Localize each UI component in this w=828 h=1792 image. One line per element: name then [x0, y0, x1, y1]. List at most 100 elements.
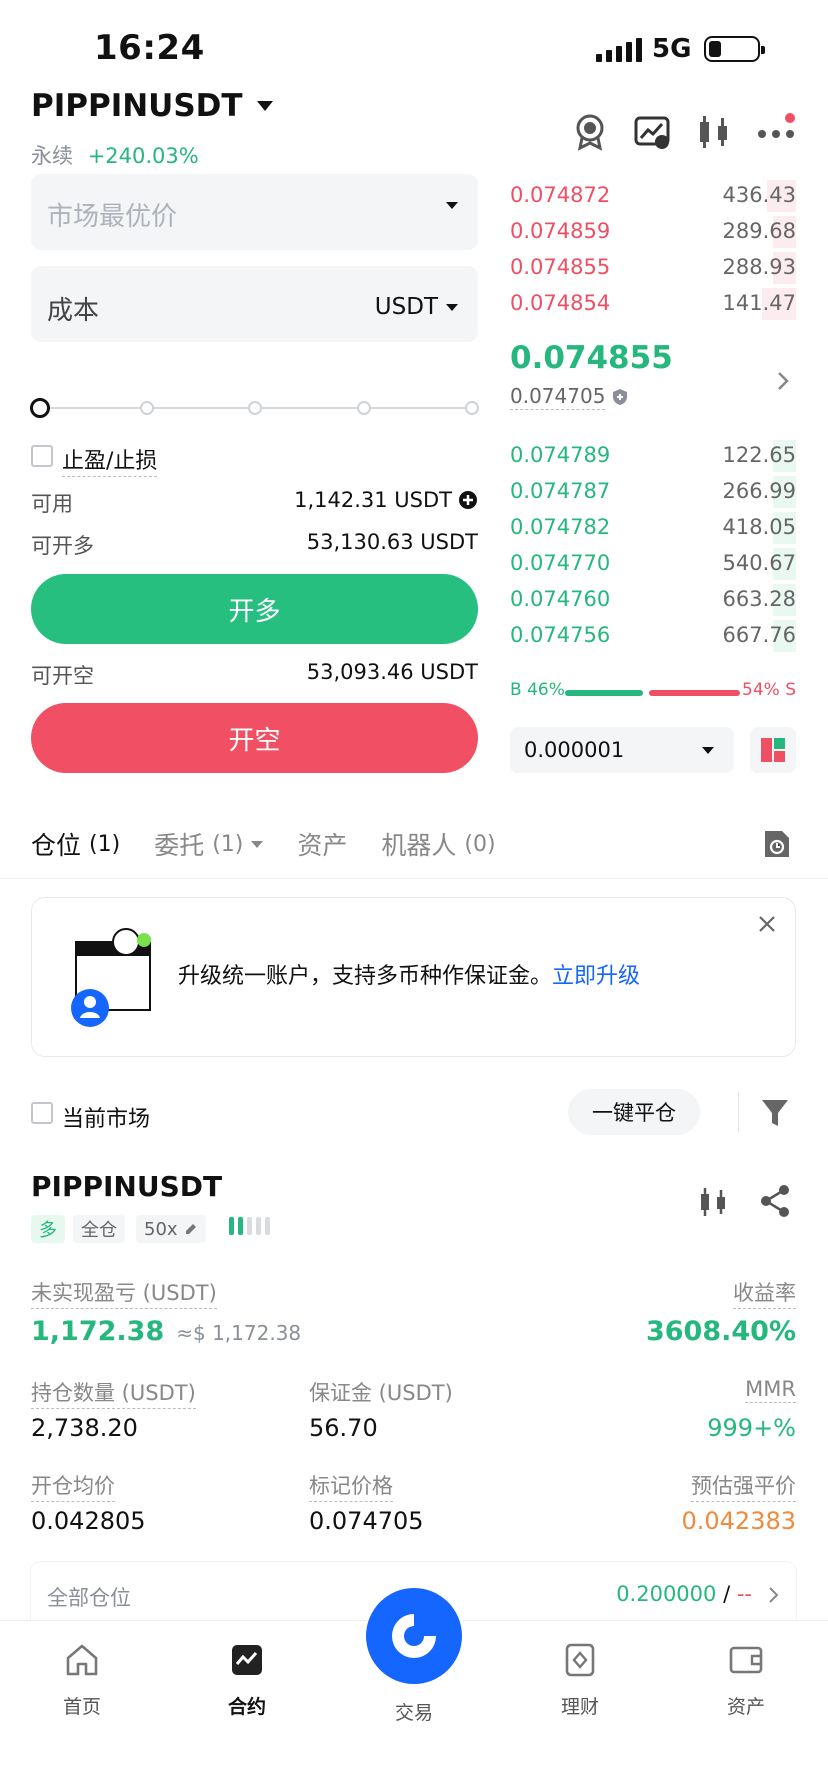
chevron-right-icon[interactable]	[776, 370, 790, 392]
book-layout-button[interactable]	[750, 727, 796, 773]
mark-price: 0.074705	[510, 384, 606, 410]
tab-label: 仓位	[31, 831, 82, 860]
tab-assets[interactable]: 资产	[297, 826, 347, 862]
earn-icon	[565, 1643, 595, 1677]
chevron-down-icon	[256, 101, 273, 111]
ask-row[interactable]: 0.074859 289.68	[510, 214, 796, 250]
bid-row[interactable]: 0.074782 418.05	[510, 510, 796, 546]
bid-row[interactable]: 0.074760 663.28	[510, 582, 796, 618]
cost-unit-dropdown[interactable]: USDT	[375, 294, 458, 320]
nav-contract[interactable]: 合约	[197, 1642, 297, 1719]
tab-positions[interactable]: 仓位 (1)	[31, 826, 120, 862]
amount-slider-thumb[interactable]	[30, 398, 50, 418]
network-type: 5G	[652, 34, 692, 64]
home-icon	[66, 1644, 98, 1676]
candlestick-icon[interactable]	[697, 1185, 729, 1219]
nav-label: 首页	[62, 1696, 101, 1718]
adl-indicator	[229, 1217, 270, 1235]
all-positions-summary: 0.200000 / --	[616, 1582, 752, 1606]
medal-icon[interactable]	[570, 112, 610, 152]
margin-label: 保证金 (USDT)	[309, 1381, 453, 1405]
close-all-button[interactable]: 一键平仓	[568, 1089, 700, 1135]
roe-label[interactable]: 收益率	[733, 1277, 796, 1309]
open-short-button[interactable]: 开空	[31, 703, 478, 773]
side-tag: 多	[31, 1215, 65, 1243]
contract-icon	[232, 1645, 262, 1675]
close-icon[interactable]	[757, 914, 777, 934]
bid-row[interactable]: 0.074756 667.76	[510, 618, 796, 654]
share-icon[interactable]	[758, 1184, 792, 1218]
price-type-dropdown[interactable]	[446, 202, 458, 209]
mmr-label[interactable]: MMR	[745, 1377, 796, 1403]
bid-qty: 418.05	[722, 515, 796, 539]
candlestick-icon[interactable]	[694, 112, 734, 152]
tpsl-label[interactable]: 止盈/止损	[62, 443, 158, 477]
ask-row[interactable]: 0.074872 436.43	[510, 178, 796, 214]
more-icon[interactable]	[756, 112, 796, 152]
mark-price-value: 0.074705	[309, 1507, 424, 1535]
roe-value: 3608.40%	[645, 1316, 796, 1347]
slider-step-100[interactable]	[465, 401, 479, 415]
tab-count: (1)	[89, 831, 121, 857]
pair-selector[interactable]: PIPPINUSDT	[31, 88, 273, 124]
ask-price: 0.074854	[510, 291, 611, 315]
upnl-usd: ≈$ 1,172.38	[176, 1321, 302, 1345]
layout-icon	[761, 738, 785, 762]
price-input[interactable]: 市场最优价	[31, 174, 478, 250]
tab-label: 资产	[297, 831, 348, 860]
nav-assets[interactable]: 资产	[696, 1642, 796, 1719]
liq-price-label[interactable]: 预估强平价	[691, 1470, 796, 1502]
nav-label: 交易	[394, 1702, 433, 1724]
tab-orders[interactable]: 委托 (1)	[154, 826, 264, 862]
mark-price-label[interactable]: 标记价格	[309, 1470, 393, 1502]
ask-row[interactable]: 0.074854 141.47	[510, 286, 796, 322]
cost-input[interactable]: 成本 USDT	[31, 266, 478, 342]
ask-row[interactable]: 0.074855 288.93	[510, 250, 796, 286]
add-funds-icon[interactable]	[458, 490, 478, 510]
tpsl-checkbox[interactable]	[31, 445, 53, 467]
upnl-label[interactable]: 未实现盈亏 (USDT)	[31, 1277, 217, 1309]
open-long-button[interactable]: 开多	[31, 574, 478, 644]
current-market-label[interactable]: 当前市场	[62, 1101, 150, 1133]
bid-row[interactable]: 0.074770 540.67	[510, 546, 796, 582]
mmr-value: 999+%	[707, 1414, 796, 1442]
bid-row[interactable]: 0.074787 266.99	[510, 474, 796, 510]
current-market-checkbox[interactable]	[31, 1102, 53, 1124]
upgrade-link[interactable]: 立即升级	[552, 964, 640, 989]
all-positions-dash: --	[736, 1582, 752, 1606]
nav-trade[interactable]: 交易	[364, 1698, 464, 1725]
account-illustration-icon	[71, 928, 151, 1027]
banner-text: 升级统一账户，支持多币种作保证金。	[178, 964, 553, 989]
all-positions-label: 全部仓位	[47, 1586, 131, 1610]
chevron-right-icon	[769, 1587, 779, 1603]
price-placeholder: 市场最优价	[47, 202, 178, 232]
bid-row[interactable]: 0.074789 122.65	[510, 438, 796, 474]
chart-switch-icon[interactable]	[632, 112, 672, 152]
nav-home[interactable]: 首页	[32, 1642, 132, 1719]
buy-ratio-bar	[565, 690, 643, 696]
trade-fab-button[interactable]	[366, 1588, 462, 1684]
leverage-value: 50x	[144, 1218, 178, 1240]
filter-icon[interactable]	[760, 1097, 790, 1129]
precision-dropdown[interactable]: 0.000001	[510, 727, 734, 773]
can-short-value: 53,093.46 USDT	[306, 660, 478, 684]
chevron-down-icon	[702, 747, 714, 754]
nav-label: 资产	[726, 1696, 765, 1718]
tabs-divider	[0, 878, 828, 879]
history-icon[interactable]	[762, 828, 792, 860]
slider-step-25[interactable]	[140, 401, 154, 415]
battery-icon	[704, 36, 765, 62]
position-symbol[interactable]: PIPPINUSDT	[31, 1170, 222, 1203]
entry-label[interactable]: 开仓均价	[31, 1470, 115, 1502]
tab-bots[interactable]: 机器人 (0)	[381, 826, 495, 862]
all-positions-sep: /	[723, 1582, 731, 1606]
bid-price: 0.074760	[510, 587, 611, 611]
contract-type: 永续	[31, 144, 73, 168]
tab-count: (0)	[464, 831, 496, 857]
size-label[interactable]: 持仓数量 (USDT)	[31, 1377, 196, 1409]
bid-price: 0.074770	[510, 551, 611, 575]
nav-earn[interactable]: 理财	[530, 1642, 630, 1719]
slider-step-50[interactable]	[248, 401, 262, 415]
slider-step-75[interactable]	[357, 401, 371, 415]
leverage-tag[interactable]: 50x	[136, 1215, 206, 1243]
